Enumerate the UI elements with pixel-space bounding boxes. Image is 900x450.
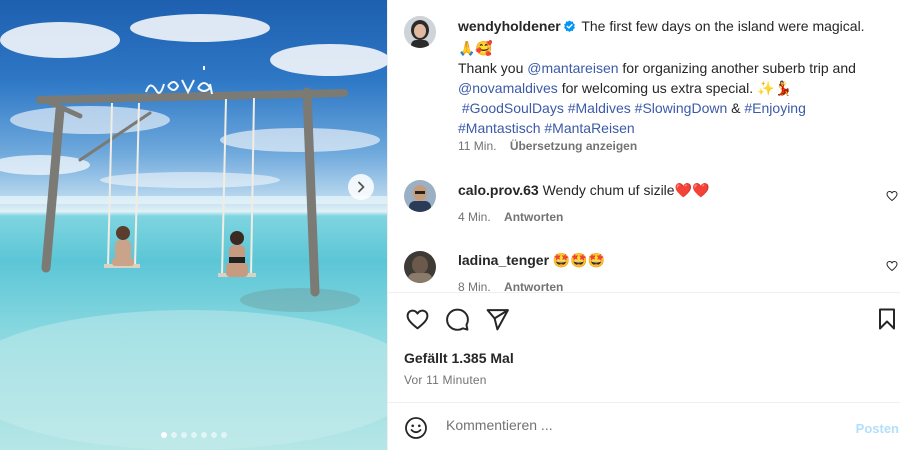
carousel-indicator — [0, 432, 387, 438]
comment-composer: Posten — [388, 402, 900, 450]
comment-time: 8 Min. — [458, 280, 491, 292]
hashtag[interactable]: #GoodSoulDays — [462, 100, 564, 116]
comment-meta: 4 Min. Antworten — [458, 210, 563, 224]
paper-plane-icon — [486, 308, 509, 330]
carousel-next-button[interactable] — [348, 174, 374, 200]
caption-welcome: for welcoming us extra special. — [561, 79, 754, 96]
post-actions — [404, 306, 510, 332]
carousel-dot — [210, 432, 217, 438]
nova-logo — [145, 66, 213, 95]
smiley-icon — [405, 417, 427, 439]
post-caption: wendyholdener The first few days on the … — [458, 17, 888, 138]
beach-swing-image — [0, 14, 387, 450]
save-button[interactable] — [874, 306, 900, 332]
comment-text: Wendy chum uf sizile — [542, 182, 675, 198]
caption-thank: Thank you — [458, 60, 524, 76]
caption-emoji2: ✨💃 — [757, 80, 792, 97]
comment-bubble-icon — [445, 308, 469, 331]
comment-emoji: ❤️❤️ — [674, 183, 710, 199]
carousel-dot — [190, 432, 197, 438]
hashtag[interactable]: #Enjoying — [744, 100, 806, 116]
caption-thank-rest: for organizing another suberb trip and — [622, 60, 856, 76]
reply-button[interactable]: Antworten — [504, 210, 563, 224]
post-comment-button[interactable]: Posten — [856, 421, 899, 436]
avatar-image — [404, 180, 436, 212]
mention-novamaldives[interactable]: @novamaldives — [458, 80, 558, 96]
verified-badge-icon — [563, 19, 576, 39]
carousel-dot — [220, 432, 227, 438]
bookmark-icon — [879, 308, 895, 330]
author-username[interactable]: wendyholdener — [458, 18, 561, 34]
chevron-right-icon — [358, 181, 365, 193]
comment-username[interactable]: ladina_tenger — [458, 252, 549, 268]
translate-link[interactable]: Übersetzung anzeigen — [510, 139, 637, 153]
avatar-image — [404, 251, 436, 283]
heart-icon — [406, 309, 428, 329]
avatar-image — [404, 16, 436, 48]
comment-username[interactable]: calo.prov.63 — [458, 182, 539, 198]
comments-scroll-area[interactable]: wendyholdener The first few days on the … — [388, 0, 900, 292]
post-details-panel: wendyholdener The first few days on the … — [387, 0, 900, 450]
comment: calo.prov.63 Wendy chum uf sizile❤️❤️ — [458, 182, 709, 199]
comment-input[interactable] — [446, 417, 826, 433]
like-count[interactable]: Gefällt 1.385 Mal — [404, 350, 514, 366]
caption-meta: 11 Min. Übersetzung anzeigen — [458, 139, 637, 153]
caption-ampersand: & — [731, 100, 741, 116]
author-avatar[interactable] — [404, 16, 436, 48]
reply-button[interactable]: Antworten — [504, 280, 563, 292]
comment-meta: 8 Min. Antworten — [458, 280, 563, 292]
commenter-avatar[interactable] — [404, 180, 436, 212]
comment-emoji: 🤩🤩🤩 — [552, 253, 606, 269]
caption-emoji1: 🙏🥰 — [458, 40, 493, 57]
share-button[interactable] — [484, 306, 510, 332]
comment-button[interactable] — [444, 306, 470, 332]
mention-mantareisen[interactable]: @mantareisen — [527, 60, 618, 76]
like-button[interactable] — [404, 306, 430, 332]
caption-line1: The first few days on the island were ma… — [581, 18, 865, 34]
carousel-dot — [180, 432, 187, 438]
emoji-picker-button[interactable] — [404, 416, 428, 443]
hashtag[interactable]: #SlowingDown — [635, 100, 728, 116]
comment-like-icon[interactable] — [886, 259, 898, 275]
section-divider — [388, 292, 900, 293]
hashtag[interactable]: #MantaReisen — [544, 120, 634, 136]
post-timestamp[interactable]: Vor 11 Minuten — [404, 373, 487, 387]
carousel-dot — [160, 432, 167, 438]
caption-time: 11 Min. — [458, 139, 497, 153]
carousel-dot — [170, 432, 177, 438]
commenter-avatar[interactable] — [404, 251, 436, 283]
hashtag[interactable]: #Maldives — [568, 100, 631, 116]
post-photo[interactable] — [0, 0, 387, 450]
carousel-dot — [200, 432, 207, 438]
comment: ladina_tenger 🤩🤩🤩 — [458, 252, 605, 269]
comment-like-icon[interactable] — [886, 189, 898, 205]
hashtag[interactable]: #Mantastisch — [458, 120, 540, 136]
comment-time: 4 Min. — [458, 210, 491, 224]
